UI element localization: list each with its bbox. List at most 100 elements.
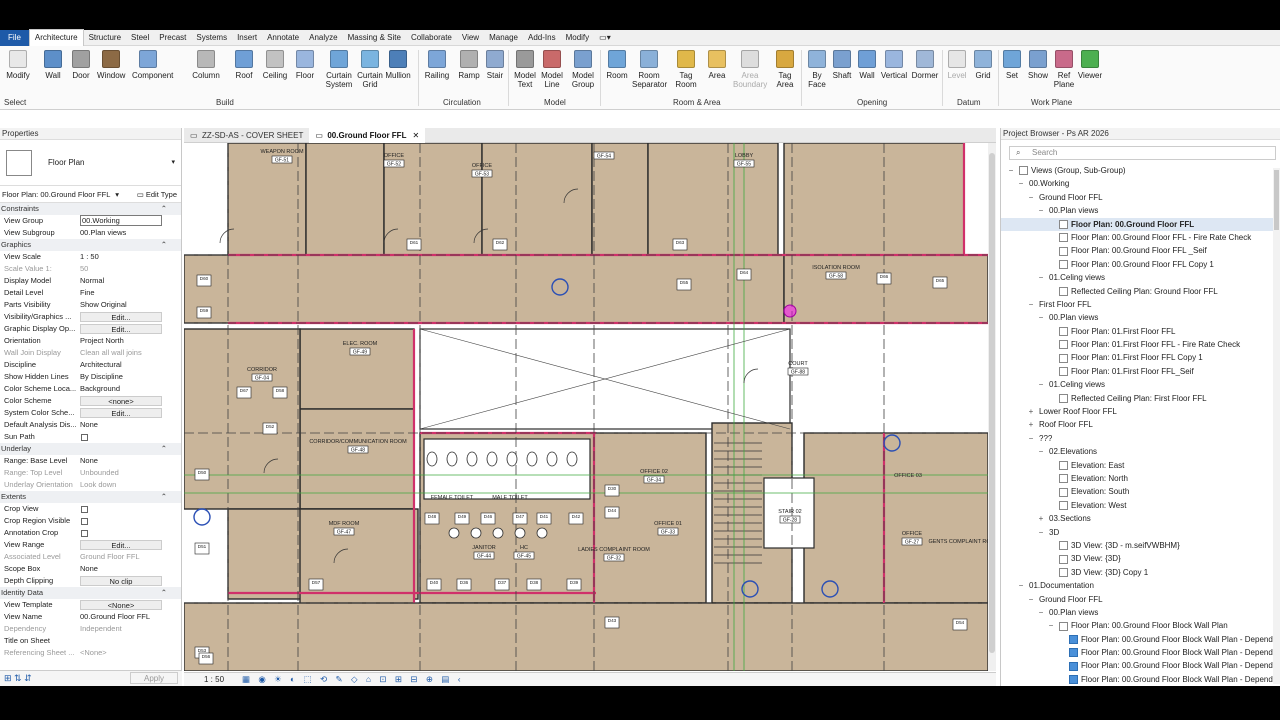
property-value[interactable]: None (80, 563, 162, 575)
collapse-icon[interactable]: − (1037, 271, 1045, 284)
property-value[interactable]: Edit... (80, 324, 162, 334)
browser-node[interactable]: − Views (Group, Sub-Group) (1001, 164, 1280, 177)
roof-button[interactable]: Roof (230, 50, 258, 80)
collapse-icon[interactable]: − (1037, 311, 1045, 324)
collapse-icon[interactable]: − (1027, 191, 1035, 204)
stair-button[interactable]: Stair (481, 50, 509, 80)
view-scale[interactable]: 1 : 50 (204, 675, 224, 684)
area-boundary-button[interactable]: Area Boundary (733, 50, 767, 89)
browser-node[interactable]: −01.Celing views (1001, 378, 1280, 391)
property-value[interactable]: Show Original (80, 299, 162, 311)
collapse-icon[interactable]: − (1027, 298, 1035, 311)
collapse-chevron-icon[interactable]: ⌃ (161, 587, 167, 599)
browser-node[interactable]: Floor Plan: 01.First Floor FFL_Seif (1001, 365, 1280, 378)
show-button[interactable]: Show (1024, 50, 1052, 80)
tag-area-button[interactable]: Tag Area (771, 50, 799, 89)
collapse-chevron-icon[interactable]: ⌃ (161, 239, 167, 251)
wall-button[interactable]: Wall (853, 50, 881, 80)
property-value[interactable]: <none> (80, 396, 162, 406)
browser-node[interactable]: Floor Plan: 01.First Floor FFL Copy 1 (1001, 351, 1280, 364)
vertical-button[interactable]: Vertical (880, 50, 908, 80)
browser-scrollbar[interactable] (1273, 168, 1280, 684)
ramp-button[interactable]: Ramp (455, 50, 483, 80)
browser-node[interactable]: Floor Plan: 00.Ground Floor Block Wall P… (1001, 673, 1280, 686)
browser-node[interactable]: Floor Plan: 01.First Floor FFL - Fire Ra… (1001, 338, 1280, 351)
ceiling-button[interactable]: Ceiling (261, 50, 289, 80)
model-line-button[interactable]: Model Line (538, 50, 566, 89)
browser-node[interactable]: −3D (1001, 526, 1280, 539)
model-group-button[interactable]: Model Group (569, 50, 597, 89)
property-value[interactable]: No clip (80, 576, 162, 586)
collapse-icon[interactable]: − (1017, 177, 1025, 190)
room-area-panel-label[interactable]: Room & Area (673, 98, 721, 107)
browser-node[interactable]: Floor Plan: 01.First Floor FFL (1001, 325, 1280, 338)
section-underlay[interactable]: Underlay ⌃ (0, 443, 181, 455)
browser-node[interactable]: + Lower Roof Floor FFL (1001, 405, 1280, 418)
by-face-button[interactable]: By Face (803, 50, 831, 89)
section-constraints[interactable]: Constraints ⌃ (0, 203, 181, 215)
property-value[interactable]: Edit... (80, 312, 162, 322)
tab-overflow-button[interactable]: ▭▾ (594, 30, 616, 46)
ribbon-tab-modify[interactable]: Modify (561, 30, 595, 46)
browser-node[interactable]: Floor Plan: 00.Ground Floor Block Wall P… (1001, 633, 1280, 646)
property-value[interactable]: Edit... (80, 540, 162, 550)
browser-node[interactable]: Floor Plan: 00.Ground Floor FFL (1001, 217, 1280, 231)
chevron-down-icon[interactable]: ▾ (115, 190, 119, 199)
section-graphics[interactable]: Graphics ⌃ (0, 239, 181, 251)
dormer-button[interactable]: Dormer (911, 50, 939, 80)
floor-plan-drawing[interactable]: WEAPON ROOM GF-51 OFFICE GF-52 OFFICE GF-53 GF… (184, 143, 988, 671)
shaft-button[interactable]: Shaft (828, 50, 856, 80)
property-value[interactable] (80, 503, 162, 515)
collapse-icon[interactable]: − (1037, 526, 1045, 539)
collapse-chevron-icon[interactable]: ⌃ (161, 203, 167, 215)
property-value[interactable] (80, 635, 162, 647)
select-panel-label[interactable]: Select (4, 98, 26, 107)
ref-plane-button[interactable]: Ref Plane (1050, 50, 1078, 89)
ribbon-tab-annotate[interactable]: Annotate (262, 30, 304, 46)
collapse-icon[interactable]: − (1027, 432, 1035, 445)
collapse-chevron-icon[interactable]: ⌃ (161, 443, 167, 455)
browser-node[interactable]: Floor Plan: 00.Ground Floor FFL _Seif (1001, 244, 1280, 257)
browser-node[interactable]: − Floor Plan: 00.Ground Floor Block Wall … (1001, 619, 1280, 632)
collapse-icon[interactable]: − (1027, 593, 1035, 606)
ribbon-tab-architecture[interactable]: Architecture (28, 29, 84, 46)
browser-node[interactable]: −01.Documentation (1001, 579, 1280, 592)
instance-selector[interactable]: Floor Plan: 00.Ground Floor FFL ▾ ▭ Edit… (0, 186, 181, 203)
browser-node[interactable]: −02.Elevations (1001, 445, 1280, 458)
property-value[interactable] (80, 431, 162, 443)
browser-node[interactable]: −00.Plan views (1001, 311, 1280, 324)
chevron-down-icon[interactable]: ▾ (171, 158, 175, 166)
ribbon-tab-steel[interactable]: Steel (126, 30, 154, 46)
browser-node[interactable]: −??? (1001, 432, 1280, 445)
collapse-icon[interactable]: − (1007, 164, 1015, 177)
room-button[interactable]: Room (603, 50, 631, 80)
component-button[interactable]: Component (132, 50, 173, 80)
property-value[interactable]: <None> (80, 600, 162, 610)
section-extents[interactable]: Extents ⌃ (0, 491, 181, 503)
ribbon-tab-collaborate[interactable]: Collaborate (406, 30, 457, 46)
model-text-button[interactable]: Model Text (511, 50, 539, 89)
browser-node[interactable]: Elevation: East (1001, 459, 1280, 472)
property-value[interactable]: Background (80, 383, 162, 395)
property-value[interactable]: Normal (80, 275, 162, 287)
collapse-icon[interactable]: − (1047, 619, 1055, 632)
close-tab-icon[interactable]: ✕ (412, 131, 419, 140)
tag-room-button[interactable]: Tag Room (672, 50, 700, 89)
browser-node[interactable]: Floor Plan: 00.Ground Floor FFL - Fire R… (1001, 231, 1280, 244)
drawing-canvas[interactable]: WEAPON ROOM GF-51 OFFICE GF-52 OFFICE GF-53 GF… (184, 143, 988, 671)
browser-node[interactable]: Floor Plan: 00.Ground Floor Block Wall P… (1001, 659, 1280, 672)
curtain-system-button[interactable]: Curtain System (323, 50, 355, 89)
vertical-scrollbar[interactable] (988, 143, 996, 671)
property-value[interactable] (80, 527, 162, 539)
property-value[interactable]: None (80, 419, 162, 431)
checkbox[interactable] (81, 517, 88, 525)
browser-node[interactable]: −00.Working (1001, 177, 1280, 190)
view-tab[interactable]: ▭ ZZ-SD-AS - COVER SHEET (184, 128, 309, 143)
browser-node[interactable]: + Roof Floor FFL (1001, 418, 1280, 431)
property-value[interactable]: 00.Working (80, 215, 162, 226)
browser-node[interactable]: 3D View: {3D} Copy 1 (1001, 566, 1280, 579)
expand-icon[interactable]: + (1037, 512, 1045, 525)
browser-node[interactable]: − Ground Floor FFL (1001, 191, 1280, 204)
door-button[interactable]: Door (67, 50, 95, 80)
browser-node[interactable]: − Ground Floor FFL (1001, 593, 1280, 606)
